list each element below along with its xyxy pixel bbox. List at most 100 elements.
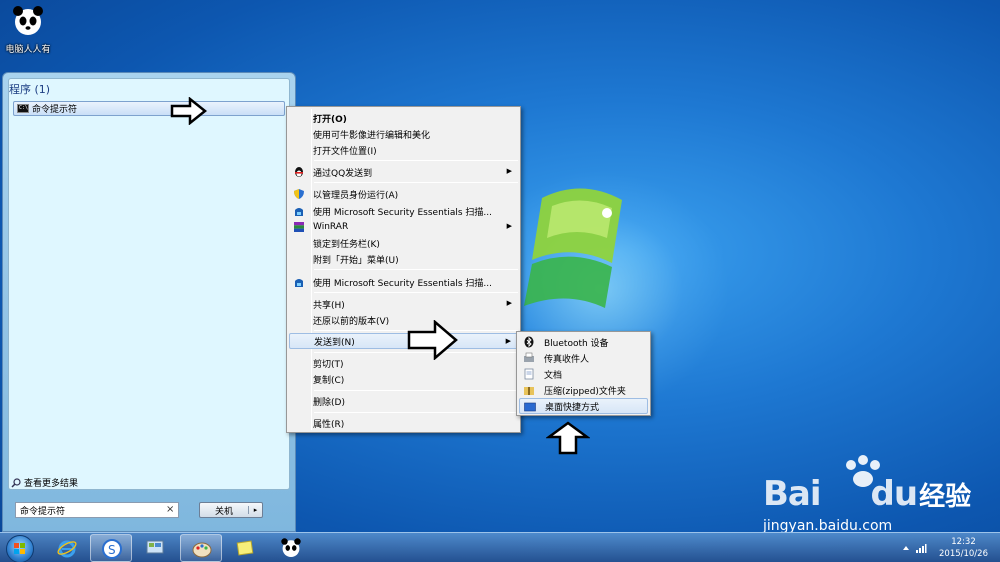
see-more-results-link[interactable]: 查看更多结果 [11,476,78,489]
security-essentials-icon [295,208,303,216]
paint-palette-icon [192,542,212,558]
menu-item-mse-scan-2[interactable]: 使用 Microsoft Security Essentials 扫描... [289,274,518,290]
menu-item-copy[interactable]: 复制(C) [289,371,518,387]
send-to-bluetooth[interactable]: Bluetooth 设备 [519,334,648,350]
menu-item-share[interactable]: 共享(H) ▶ [289,296,518,312]
windows-flag-icon [14,543,25,554]
security-essentials-icon [295,279,303,287]
submenu-arrow-icon: ▶ [506,167,512,175]
sogou-browser-icon: S [102,539,122,559]
send-to-documents[interactable]: 文档 [519,366,648,382]
menu-separator [314,269,518,270]
qq-penguin-icon [295,167,303,177]
bluetooth-icon [524,336,534,348]
menu-separator [314,412,518,413]
watermark-brand: Bai [763,474,822,514]
submenu-arrow-icon: ▶ [505,337,511,345]
search-input[interactable] [15,502,179,518]
menu-item-run-as-admin[interactable]: 以管理员身份运行(A) [289,186,518,202]
program-result-cmd[interactable]: C:\ 命令提示符 [13,101,285,116]
system-tray: 12:32 2015/10/26 [900,533,1000,562]
menu-item-winrar[interactable]: WinRAR ▶ [289,219,518,235]
clock-time: 12:32 [951,537,976,547]
menu-item-label: WinRAR [313,222,349,232]
panda-icon [281,538,301,558]
submenu-item-label: Bluetooth 设备 [544,338,609,349]
menu-item-label: 删除(D) [313,397,345,408]
send-to-fax[interactable]: 传真收件人 [519,350,648,366]
submenu-item-label: 压缩(zipped)文件夹 [544,386,626,397]
menu-item-label: 共享(H) [313,300,345,311]
menu-item-open-file-location[interactable]: 打开文件位置(I) [289,142,518,158]
menu-separator [314,292,518,293]
taskbar: S 12:32 2015/10/26 [0,532,1000,562]
menu-item-label: 剪切(T) [313,359,344,370]
menu-item-label: 锁定到任务栏(K) [313,239,380,250]
menu-item-cut[interactable]: 剪切(T) [289,355,518,371]
sticky-notes-icon [236,540,254,556]
windows-logo-wallpaper [524,188,622,308]
desktop-icon [524,402,536,412]
submenu-item-label: 桌面快捷方式 [545,402,600,413]
send-to-desktop-shortcut[interactable]: 桌面快捷方式 [519,398,648,414]
zip-folder-icon [524,387,534,395]
right-arrow-annotation-icon [170,97,208,125]
uac-shield-icon [294,189,304,199]
internet-explorer-icon [57,540,77,558]
taskbar-paint[interactable] [180,534,222,562]
program-result-label: 命令提示符 [32,105,78,115]
show-hidden-icons-icon[interactable] [902,544,910,552]
menu-item-mse-scan[interactable]: 使用 Microsoft Security Essentials 扫描... [289,203,518,219]
menu-item-label: 发送到(N) [314,337,355,348]
clock[interactable]: 12:32 2015/10/26 [939,536,988,560]
shutdown-button[interactable]: 关机 ▸ [199,502,263,518]
start-menu: 程序 (1) C:\ 命令提示符 查看更多结果 × 关机 ▸ [2,72,296,532]
menu-item-pin-to-taskbar[interactable]: 锁定到任务栏(K) [289,235,518,251]
menu-item-send-to[interactable]: 发送到(N) ▶ [289,333,518,349]
taskbar-sogou[interactable]: S [90,534,132,562]
submenu-item-label: 传真收件人 [544,354,590,365]
right-arrow-annotation-icon [407,320,458,360]
submenu-arrow-icon: ▶ [506,222,512,230]
menu-item-label: 打开文件位置(I) [313,146,377,157]
see-more-label: 查看更多结果 [24,479,79,489]
watermark-cn: 经验 [919,482,972,512]
desktop-shortcut[interactable]: 电脑人人有 [3,4,53,55]
menu-item-restore-previous[interactable]: 还原以前的版本(V) [289,312,518,328]
up-arrow-annotation-icon [546,421,590,455]
control-panel-icon [146,540,164,554]
shutdown-label: 关机 [214,506,233,517]
menu-item-open[interactable]: 打开(O) [289,110,518,126]
menu-item-label: 还原以前的版本(V) [313,316,390,327]
desktop-shortcut-label: 电脑人人有 [5,45,51,55]
submenu-arrow-icon: ▶ [506,299,512,307]
menu-item-send-via-qq[interactable]: 通过QQ发送到 ▶ [289,164,518,180]
taskbar-control-panel[interactable] [134,534,176,562]
menu-item-delete[interactable]: 删除(D) [289,393,518,409]
taskbar-ie[interactable] [46,534,88,562]
watermark-brand-2: du [870,474,919,514]
network-signal-icon[interactable] [915,542,927,554]
clear-search-icon[interactable]: × [166,504,174,515]
taskbar-sticky-notes[interactable] [224,534,266,562]
menu-item-pin-to-start[interactable]: 附到「开始」菜单(U) [289,251,518,267]
menu-item-label: 以管理员身份运行(A) [313,190,399,201]
command-prompt-icon: C:\ [17,104,29,113]
documents-icon [524,368,534,380]
menu-separator [314,390,518,391]
send-to-submenu: Bluetooth 设备 传真收件人 文档 压缩(zipped)文件夹 桌面快捷… [516,331,651,416]
programs-section-title: 程序 (1) [9,83,51,96]
menu-item-label: 使用 Microsoft Security Essentials 扫描... [313,207,492,218]
menu-item-properties[interactable]: 属性(R) [289,415,518,431]
taskbar-panda-app[interactable] [270,534,312,562]
menu-item-edit-with-keniu[interactable]: 使用可牛影像进行编辑和美化 [289,126,518,142]
menu-separator [314,160,518,161]
send-to-zip[interactable]: 压缩(zipped)文件夹 [519,382,648,398]
menu-item-label: 打开(O) [313,114,347,125]
menu-item-label: 通过QQ发送到 [313,168,373,179]
shutdown-options-icon[interactable]: ▸ [248,506,262,514]
menu-item-label: 附到「开始」菜单(U) [313,255,399,266]
start-button[interactable] [6,535,34,562]
winrar-icon [294,222,304,232]
submenu-item-label: 文档 [544,370,563,381]
